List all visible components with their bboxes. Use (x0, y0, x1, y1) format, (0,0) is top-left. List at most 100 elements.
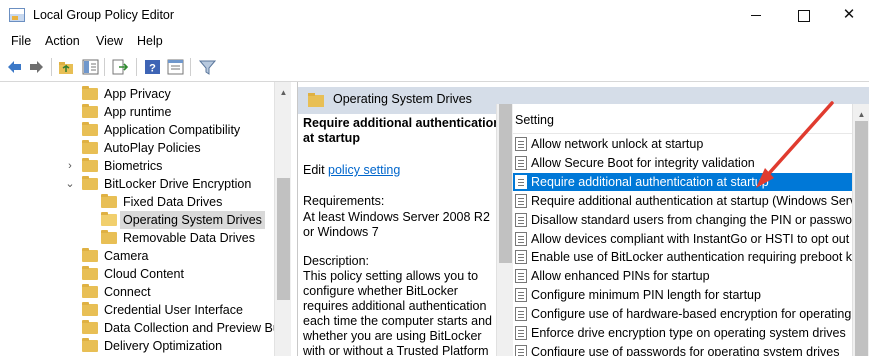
tree-scrollbar-thumb[interactable] (277, 178, 290, 300)
properties-icon[interactable] (167, 59, 184, 75)
policy-setting-icon (515, 212, 527, 227)
toolbar-separator (136, 58, 137, 76)
tree-item-label: App Privacy (104, 87, 171, 101)
requirements-label: Requirements: (303, 194, 385, 208)
policy-row[interactable]: Configure use of passwords for operating… (513, 343, 853, 356)
policy-row[interactable]: Configure minimum PIN length for startup (513, 286, 853, 304)
edit-line: Edit policy setting (303, 163, 400, 177)
policy-setting-icon (515, 155, 527, 170)
policy-setting-icon (515, 137, 527, 151)
policy-setting-icon (515, 231, 527, 246)
policy-row-label: Disallow standard users from changing th… (531, 212, 853, 227)
policy-row-label: Require additional authentication at sta… (531, 193, 853, 208)
tree-item-label: Operating System Drives (120, 211, 265, 229)
folder-icon (101, 194, 117, 208)
policy-row[interactable]: Disallow standard users from changing th… (513, 211, 853, 229)
policy-row-label: Configure use of passwords for operating… (531, 344, 840, 356)
export-list-icon[interactable] (112, 59, 129, 75)
requirements-text: At least Windows Server 2008 R2 or Windo… (303, 210, 490, 239)
folder-icon (82, 158, 98, 172)
group-policy-icon (9, 8, 25, 22)
tree-pane[interactable]: App Privacy App runtime Application Compat… (0, 82, 291, 356)
tree-item-label: Removable Data Drives (123, 231, 255, 245)
policy-row[interactable]: Allow enhanced PINs for startup (513, 267, 853, 285)
tree-item-label: AutoPlay Policies (104, 141, 201, 155)
policy-setting-icon (515, 193, 527, 208)
scroll-up-arrow-icon[interactable]: ▲ (275, 84, 292, 101)
policy-row[interactable]: Enforce drive encryption type on operati… (513, 324, 853, 342)
toolbar-separator (190, 58, 191, 76)
policy-row-label: Allow network unlock at startup (531, 137, 704, 151)
close-button[interactable]: ✕ (826, 0, 869, 31)
filter-icon[interactable] (199, 59, 216, 75)
list-scrollbar-thumb[interactable] (855, 121, 868, 356)
edit-policy-link[interactable]: policy setting (328, 163, 400, 177)
policy-description-panel: Require additional authentication at sta… (302, 115, 501, 356)
tree-item-label: Cloud Content (104, 267, 184, 281)
policy-row-label: Configure use of hardware-based encrypti… (531, 307, 853, 322)
folder-icon (101, 230, 117, 244)
list-column-header[interactable]: Setting (513, 104, 853, 134)
description-scrollbar-thumb[interactable] (499, 104, 512, 263)
show-hide-tree-icon[interactable] (82, 59, 99, 75)
folder-icon (82, 104, 98, 118)
policy-row[interactable]: Allow Secure Boot for integrity validati… (513, 154, 853, 172)
back-icon[interactable] (6, 59, 23, 75)
menu-bar: File Action View Help (0, 31, 869, 52)
up-folder-icon[interactable] (58, 59, 75, 75)
policy-row[interactable]: Allow network unlock at startup (513, 135, 853, 153)
tree-item-label: Fixed Data Drives (123, 195, 223, 209)
policy-setting-icon (515, 307, 527, 322)
policy-row-label: Enforce drive encryption type on operati… (531, 326, 846, 340)
menu-file[interactable]: File (11, 34, 31, 48)
folder-icon (82, 248, 98, 262)
tree-item-label: App runtime (104, 105, 172, 119)
folder-icon (101, 212, 117, 226)
folder-icon (82, 320, 98, 334)
tree-item-label: Delivery Optimization (104, 339, 223, 353)
menu-help[interactable]: Help (137, 34, 163, 48)
menu-action[interactable]: Action (45, 34, 80, 48)
minimize-button[interactable] (733, 0, 779, 31)
policy-setting-icon (515, 288, 527, 303)
tree-item-label: Connect (104, 285, 151, 299)
help-icon[interactable]: ? (144, 59, 161, 75)
policy-row-label: Allow Secure Boot for integrity validati… (531, 155, 755, 170)
forward-icon[interactable] (28, 59, 45, 75)
description-scrollbar[interactable] (496, 104, 513, 356)
chevron-down-icon[interactable]: ⌄ (65, 175, 75, 193)
policy-row-label: Allow devices compliant with InstantGo o… (531, 231, 853, 246)
policy-row-label: Enable use of BitLocker authentication r… (531, 250, 853, 265)
folder-icon (82, 140, 98, 154)
folder-icon (82, 266, 98, 280)
tree-item-label: Biometrics (104, 159, 163, 173)
folder-icon (82, 302, 98, 316)
policy-row[interactable]: Require additional authentication at sta… (513, 192, 853, 210)
tree-item-label: Data Collection and Preview Buil (104, 321, 286, 335)
window-title: Local Group Policy Editor (33, 8, 175, 22)
list-scrollbar[interactable]: ▲ (852, 104, 869, 356)
folder-icon (82, 86, 98, 100)
policy-setting-icon (515, 344, 527, 356)
tree-scrollbar[interactable]: ▲ (274, 82, 291, 356)
description-text: This policy setting allows you to config… (303, 269, 492, 356)
chevron-right-icon[interactable]: › (65, 157, 75, 175)
folder-icon (82, 176, 98, 190)
tree-item-label: BitLocker Drive Encryption (104, 177, 252, 191)
svg-text:?: ? (149, 63, 156, 75)
menu-view[interactable]: View (96, 34, 123, 48)
policy-row[interactable]: Configure use of hardware-based encrypti… (513, 305, 853, 323)
edit-prefix: Edit (303, 163, 325, 177)
policy-row[interactable]: Require additional authentication at sta… (513, 172, 853, 191)
toolbar-separator (104, 58, 105, 76)
folder-icon (82, 284, 98, 298)
maximize-button[interactable] (780, 0, 826, 31)
policy-row[interactable]: Allow devices compliant with InstantGo o… (513, 230, 853, 248)
policy-row[interactable]: Enable use of BitLocker authentication r… (513, 248, 853, 266)
policy-setting-icon (515, 174, 527, 189)
policy-row-label: Configure minimum PIN length for startup (531, 288, 761, 303)
toolbar: ? (0, 52, 869, 82)
tree-item-label: Credential User Interface (104, 303, 243, 317)
tree-item-label: Camera (104, 249, 149, 263)
setting-column-label: Setting (515, 113, 554, 127)
